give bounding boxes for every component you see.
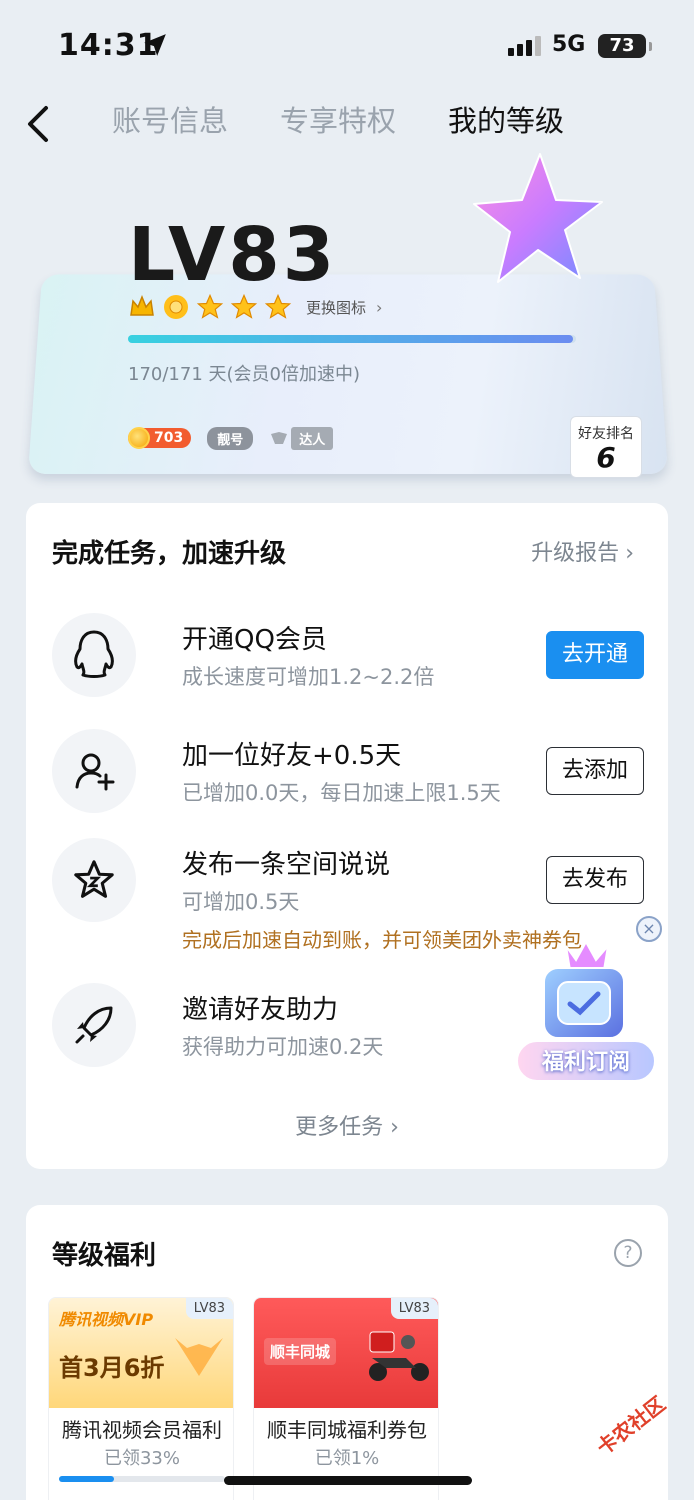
more-tasks-label: 更多任务 xyxy=(295,1115,384,1140)
benefit-name: 顺丰同城福利券包 xyxy=(267,1418,427,1442)
star-icon xyxy=(264,293,292,319)
help-icon[interactable]: ? xyxy=(614,1239,642,1267)
close-icon[interactable]: × xyxy=(636,916,662,942)
tab-my-level[interactable]: 我的等级 xyxy=(448,98,564,140)
task-subtitle: 已增加0.0天，每日加速上限1.5天 xyxy=(182,781,501,805)
back-arrow-icon[interactable] xyxy=(22,104,56,144)
level-tag: LV83 xyxy=(185,1298,233,1319)
benefits-panel: 等级福利 ? 腾讯视频VIP 首3月6折 LV83 腾讯视频会员福利 已领33%… xyxy=(26,1205,668,1500)
star-icon xyxy=(230,293,258,319)
banner-brand-text: 腾讯视频VIP xyxy=(59,1310,154,1329)
benefit-claimed: 已领33% xyxy=(103,1448,180,1469)
level-icons-row[interactable]: 更换图标 › xyxy=(128,290,382,324)
signal-icon xyxy=(508,36,541,56)
benefit-progress-bar xyxy=(59,1476,225,1482)
coin-badge[interactable]: 703 xyxy=(128,427,192,449)
open-vip-button[interactable]: 去开通 xyxy=(546,631,644,679)
tab-exclusive-privileges[interactable]: 专享特权 xyxy=(280,98,396,140)
task-subtitle: 成长速度可增加1.2~2.2倍 xyxy=(182,665,435,689)
level-progress-bar xyxy=(128,335,576,343)
expert-badge[interactable]: 达人 xyxy=(269,426,334,450)
gift-box-icon xyxy=(543,939,625,1039)
location-arrow-icon xyxy=(144,34,166,56)
friend-rank-label: 好友排名 xyxy=(578,426,634,442)
task-subtitle: 获得助力可加速0.2天 xyxy=(182,1035,384,1059)
benefit-name: 腾讯视频会员福利 xyxy=(62,1418,222,1442)
task-title: 发布一条空间说说 xyxy=(182,850,391,880)
chevron-right-icon: › xyxy=(383,1115,399,1140)
banner-brand-text: 顺丰同城 xyxy=(264,1338,337,1365)
level-tag: LV83 xyxy=(390,1298,438,1319)
penguin-icon xyxy=(52,613,136,697)
task-title: 邀请好友助力 xyxy=(182,995,339,1025)
level-progress-fill xyxy=(128,335,574,343)
top-nav: 账号信息 专享特权 我的等级 xyxy=(0,92,694,148)
benefit-card-sf-express[interactable]: 顺丰同城 LV83 顺丰同城福利券包 已领1% xyxy=(253,1297,439,1500)
level-title: LV83 xyxy=(128,212,338,298)
network-label: 5G xyxy=(552,32,586,57)
benefit-progress-fill xyxy=(59,1476,114,1482)
tab-account-info[interactable]: 账号信息 xyxy=(112,98,228,140)
level-days-text: 170/171 天(会员0倍加速中) xyxy=(128,364,360,385)
task-title: 加一位好友+0.5天 xyxy=(182,741,402,771)
pretty-number-badge[interactable]: 靓号 xyxy=(207,426,254,450)
upgrade-report-label: 升级报告 xyxy=(531,541,620,566)
crown-icon xyxy=(130,294,154,316)
status-bar: 14:31 5G 73 xyxy=(0,0,694,90)
coin-icon xyxy=(128,427,150,449)
friend-rank-box[interactable]: 好友排名 6 xyxy=(570,416,642,478)
publish-post-button[interactable]: 去发布 xyxy=(546,856,644,904)
task-subtitle: 可增加0.5天 xyxy=(182,890,300,914)
coin-value: 703 xyxy=(154,430,184,446)
add-friend-button[interactable]: 去添加 xyxy=(546,747,644,795)
banner-offer-text: 首3月6折 xyxy=(59,1354,165,1382)
welfare-subscribe-promo[interactable]: × 福利订阅 xyxy=(514,912,664,1092)
badge-row: 703 靓号 达人 xyxy=(128,426,334,450)
rocket-icon xyxy=(52,983,136,1067)
benefits-panel-title: 等级福利 xyxy=(52,1241,157,1271)
benefit-claimed: 已领1% xyxy=(314,1448,380,1469)
chevron-right-icon: › xyxy=(625,541,634,566)
tasks-panel-title: 完成任务，加速升级 xyxy=(52,539,287,569)
more-tasks-link[interactable]: 更多任务 › xyxy=(26,1109,668,1141)
wing-icon xyxy=(271,432,288,444)
task-title: 开通QQ会员 xyxy=(182,625,327,655)
chevron-right-icon: › xyxy=(376,297,383,317)
level-star-icon xyxy=(473,153,603,283)
tencent-video-logo-icon xyxy=(175,1338,223,1376)
welfare-subscribe-label: 福利订阅 xyxy=(516,1040,656,1082)
qzone-star-icon xyxy=(52,838,136,922)
battery-icon: 73 xyxy=(598,34,652,58)
scooter-icon xyxy=(369,1331,429,1381)
home-indicator[interactable] xyxy=(224,1476,472,1485)
friend-rank-value: 6 xyxy=(596,441,616,474)
add-friend-icon xyxy=(52,729,136,813)
expert-badge-label: 达人 xyxy=(291,426,334,450)
sun-icon xyxy=(164,295,188,319)
star-icon xyxy=(196,293,224,319)
benefit-card-tencent-video[interactable]: 腾讯视频VIP 首3月6折 LV83 腾讯视频会员福利 已领33% xyxy=(48,1297,234,1500)
change-icon-label: 更换图标 xyxy=(306,298,367,317)
upgrade-report-link[interactable]: 升级报告 › xyxy=(531,535,634,567)
